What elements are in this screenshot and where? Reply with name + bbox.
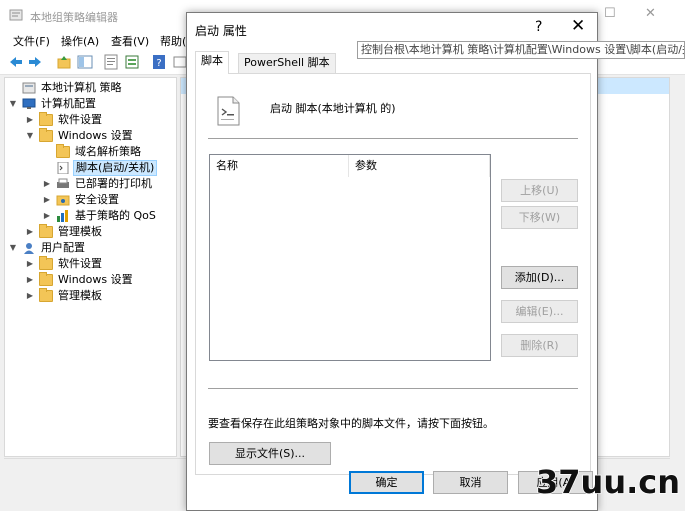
tree-item-label: 管理模板 — [58, 225, 102, 238]
add-button[interactable]: 添加(D)... — [501, 266, 578, 289]
site-watermark: 37uu.cn — [516, 459, 685, 511]
up-folder-icon[interactable] — [56, 54, 72, 70]
script-document-icon — [217, 96, 240, 126]
folder-icon — [39, 224, 53, 238]
svg-text:?: ? — [156, 58, 161, 69]
help-icon[interactable]: ? — [151, 54, 167, 70]
tree-item-label: 计算机配置 — [41, 97, 96, 110]
move-down-button[interactable]: 下移(W) — [501, 206, 578, 229]
printer-icon — [57, 178, 69, 188]
expand-arrow-icon[interactable]: ▶ — [42, 176, 52, 192]
ok-button[interactable]: 确定 — [349, 471, 424, 494]
mmc-title: 本地组策略编辑器 — [30, 11, 118, 24]
scripts-list[interactable]: 名称 参数 — [209, 154, 491, 361]
tree-item-label: 脚本(启动/关机) — [73, 160, 158, 176]
cancel-button[interactable]: 取消 — [433, 471, 508, 494]
tree-item-label: 软件设置 — [58, 113, 102, 126]
show-files-note: 要查看保存在此组策略对象中的脚本文件，请按下面按钮。 — [208, 417, 494, 430]
user-icon — [24, 243, 34, 254]
tab-powershell-scripts[interactable]: PowerShell 脚本 — [238, 53, 336, 73]
close-button[interactable]: ✕ — [571, 16, 585, 36]
tree-item-label: 安全设置 — [75, 193, 119, 206]
separator — [208, 138, 578, 139]
breadcrumb: 控制台根\本地计算机 策略\计算机配置\Windows 设置\脚本(启动/关 — [357, 41, 685, 59]
column-header-name[interactable]: 名称 — [210, 155, 349, 177]
tree-item-label: 管理模板 — [58, 289, 102, 302]
scripts-tab-panel: 启动 脚本(本地计算机 的) 名称 参数 上移(U) 下移(W) 添加(D)..… — [195, 73, 591, 475]
watermark-text: 37uu.cn — [535, 462, 681, 502]
column-header-parameters[interactable]: 参数 — [349, 155, 490, 177]
chart-icon — [57, 210, 68, 222]
edit-button[interactable]: 编辑(E)... — [501, 300, 578, 323]
expand-arrow-icon[interactable]: ▶ — [42, 208, 52, 224]
tree-item-label: 已部署的打印机 — [75, 177, 152, 190]
collapse-arrow-icon[interactable]: ▼ — [25, 128, 35, 144]
folder-icon — [39, 256, 53, 270]
dialog-title: 启动 属性 — [195, 24, 247, 38]
collapse-arrow-icon[interactable]: ▼ — [8, 240, 18, 256]
expand-arrow-icon[interactable]: ▶ — [25, 272, 35, 288]
tree-item-label: 基于策略的 QoS — [75, 209, 156, 222]
expand-arrow-icon[interactable]: ▶ — [25, 112, 35, 128]
startup-properties-dialog: 启动 属性 ? ✕ 脚本 PowerShell 脚本 启动 脚本(本地计算机 的… — [186, 12, 598, 511]
policy-app-icon — [9, 9, 23, 21]
expand-arrow-icon[interactable]: ▶ — [25, 288, 35, 304]
forward-arrow-icon[interactable] — [27, 54, 43, 70]
menu-file[interactable]: 文件(F) — [13, 33, 50, 49]
tab-scripts[interactable]: 脚本 — [195, 51, 229, 74]
tree-item-label: 域名解析策略 — [75, 145, 141, 158]
expand-arrow-icon[interactable]: ▶ — [25, 224, 35, 240]
collapse-arrow-icon[interactable]: ▼ — [8, 96, 18, 112]
properties-icon[interactable] — [103, 54, 119, 70]
tree-item-label: Windows 设置 — [58, 273, 133, 286]
dialog-heading: 启动 脚本(本地计算机 的) — [270, 102, 396, 115]
script-icon — [57, 162, 69, 174]
tree-item-label: 用户配置 — [41, 241, 85, 254]
computer-icon — [22, 98, 36, 109]
folder-icon — [39, 272, 53, 286]
tree-item-label: 软件设置 — [58, 257, 102, 270]
tree-item-label: 本地计算机 策略 — [41, 81, 122, 94]
expand-arrow-icon[interactable]: ▶ — [42, 192, 52, 208]
move-up-button[interactable]: 上移(U) — [501, 179, 578, 202]
separator — [208, 388, 578, 389]
back-arrow-icon[interactable] — [8, 54, 24, 70]
menu-help[interactable]: 帮助( — [160, 33, 186, 49]
security-icon — [56, 195, 70, 206]
close-icon[interactable]: ✕ — [645, 6, 656, 21]
show-files-button[interactable]: 显示文件(S)... — [209, 442, 331, 465]
policy-icon — [22, 82, 36, 94]
folder-icon — [39, 288, 53, 302]
show-hide-tree-icon[interactable] — [77, 54, 93, 70]
menu-view[interactable]: 查看(V) — [111, 33, 149, 49]
expand-arrow-icon[interactable]: ▶ — [25, 256, 35, 272]
menu-action[interactable]: 操作(A) — [61, 33, 99, 49]
folder-icon — [39, 112, 53, 126]
folder-icon — [56, 144, 70, 158]
folder-icon — [39, 128, 53, 142]
remove-button[interactable]: 删除(R) — [501, 334, 578, 357]
maximize-icon[interactable]: ☐ — [604, 6, 616, 21]
tree-item-label: Windows 设置 — [58, 129, 133, 142]
export-list-icon[interactable] — [124, 54, 140, 70]
help-button[interactable]: ? — [535, 19, 542, 35]
